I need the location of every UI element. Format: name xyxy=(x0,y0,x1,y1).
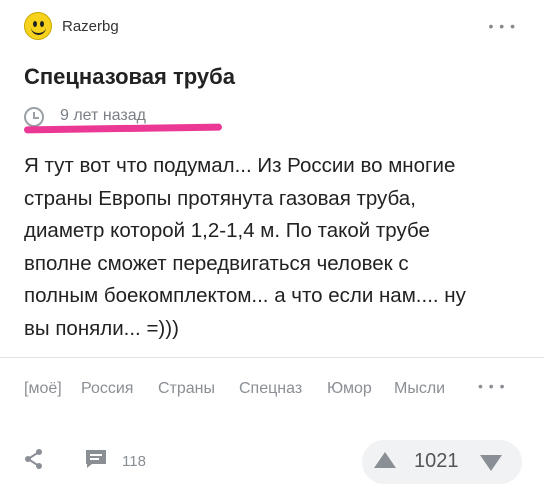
tag-thoughts[interactable]: Мысли xyxy=(394,380,445,398)
upvote-icon[interactable] xyxy=(374,452,396,468)
tag-specnaz[interactable]: Спецназ xyxy=(239,380,302,398)
post-footer: 118 1021 xyxy=(24,438,524,488)
clock-icon xyxy=(24,107,44,127)
post-body: Я тут вот что подумал... Из России во мн… xyxy=(24,154,466,340)
rating-widget: 1021 xyxy=(362,440,522,484)
tag-countries[interactable]: Страны xyxy=(158,380,215,398)
tag-russia[interactable]: Россия xyxy=(81,380,133,398)
divider xyxy=(0,357,544,358)
tag-humor[interactable]: Юмор xyxy=(327,380,372,398)
avatar-mouth xyxy=(31,25,46,35)
comment-icon[interactable] xyxy=(84,448,108,470)
more-options-icon[interactable]: • • • xyxy=(489,18,516,34)
pink-highlight-stroke xyxy=(23,123,223,134)
post-title[interactable]: Спецназовая труба xyxy=(24,64,235,90)
post-header: Razerbg • • • xyxy=(24,12,520,42)
post-time: 9 лет назад xyxy=(60,107,146,124)
post-meta: 9 лет назад xyxy=(23,107,224,134)
tag-moe[interactable]: [моё] xyxy=(24,380,62,398)
author-name[interactable]: Razerbg xyxy=(62,18,119,35)
tag-list: [моё] Россия Страны Спецназ Юмор Мысли •… xyxy=(24,378,524,404)
more-tags-icon[interactable]: • • • xyxy=(478,378,505,394)
share-icon[interactable] xyxy=(24,448,44,470)
rating-count: 1021 xyxy=(414,450,459,472)
comment-count[interactable]: 118 xyxy=(122,453,146,470)
downvote-icon[interactable] xyxy=(480,455,502,471)
avatar[interactable] xyxy=(24,12,52,40)
